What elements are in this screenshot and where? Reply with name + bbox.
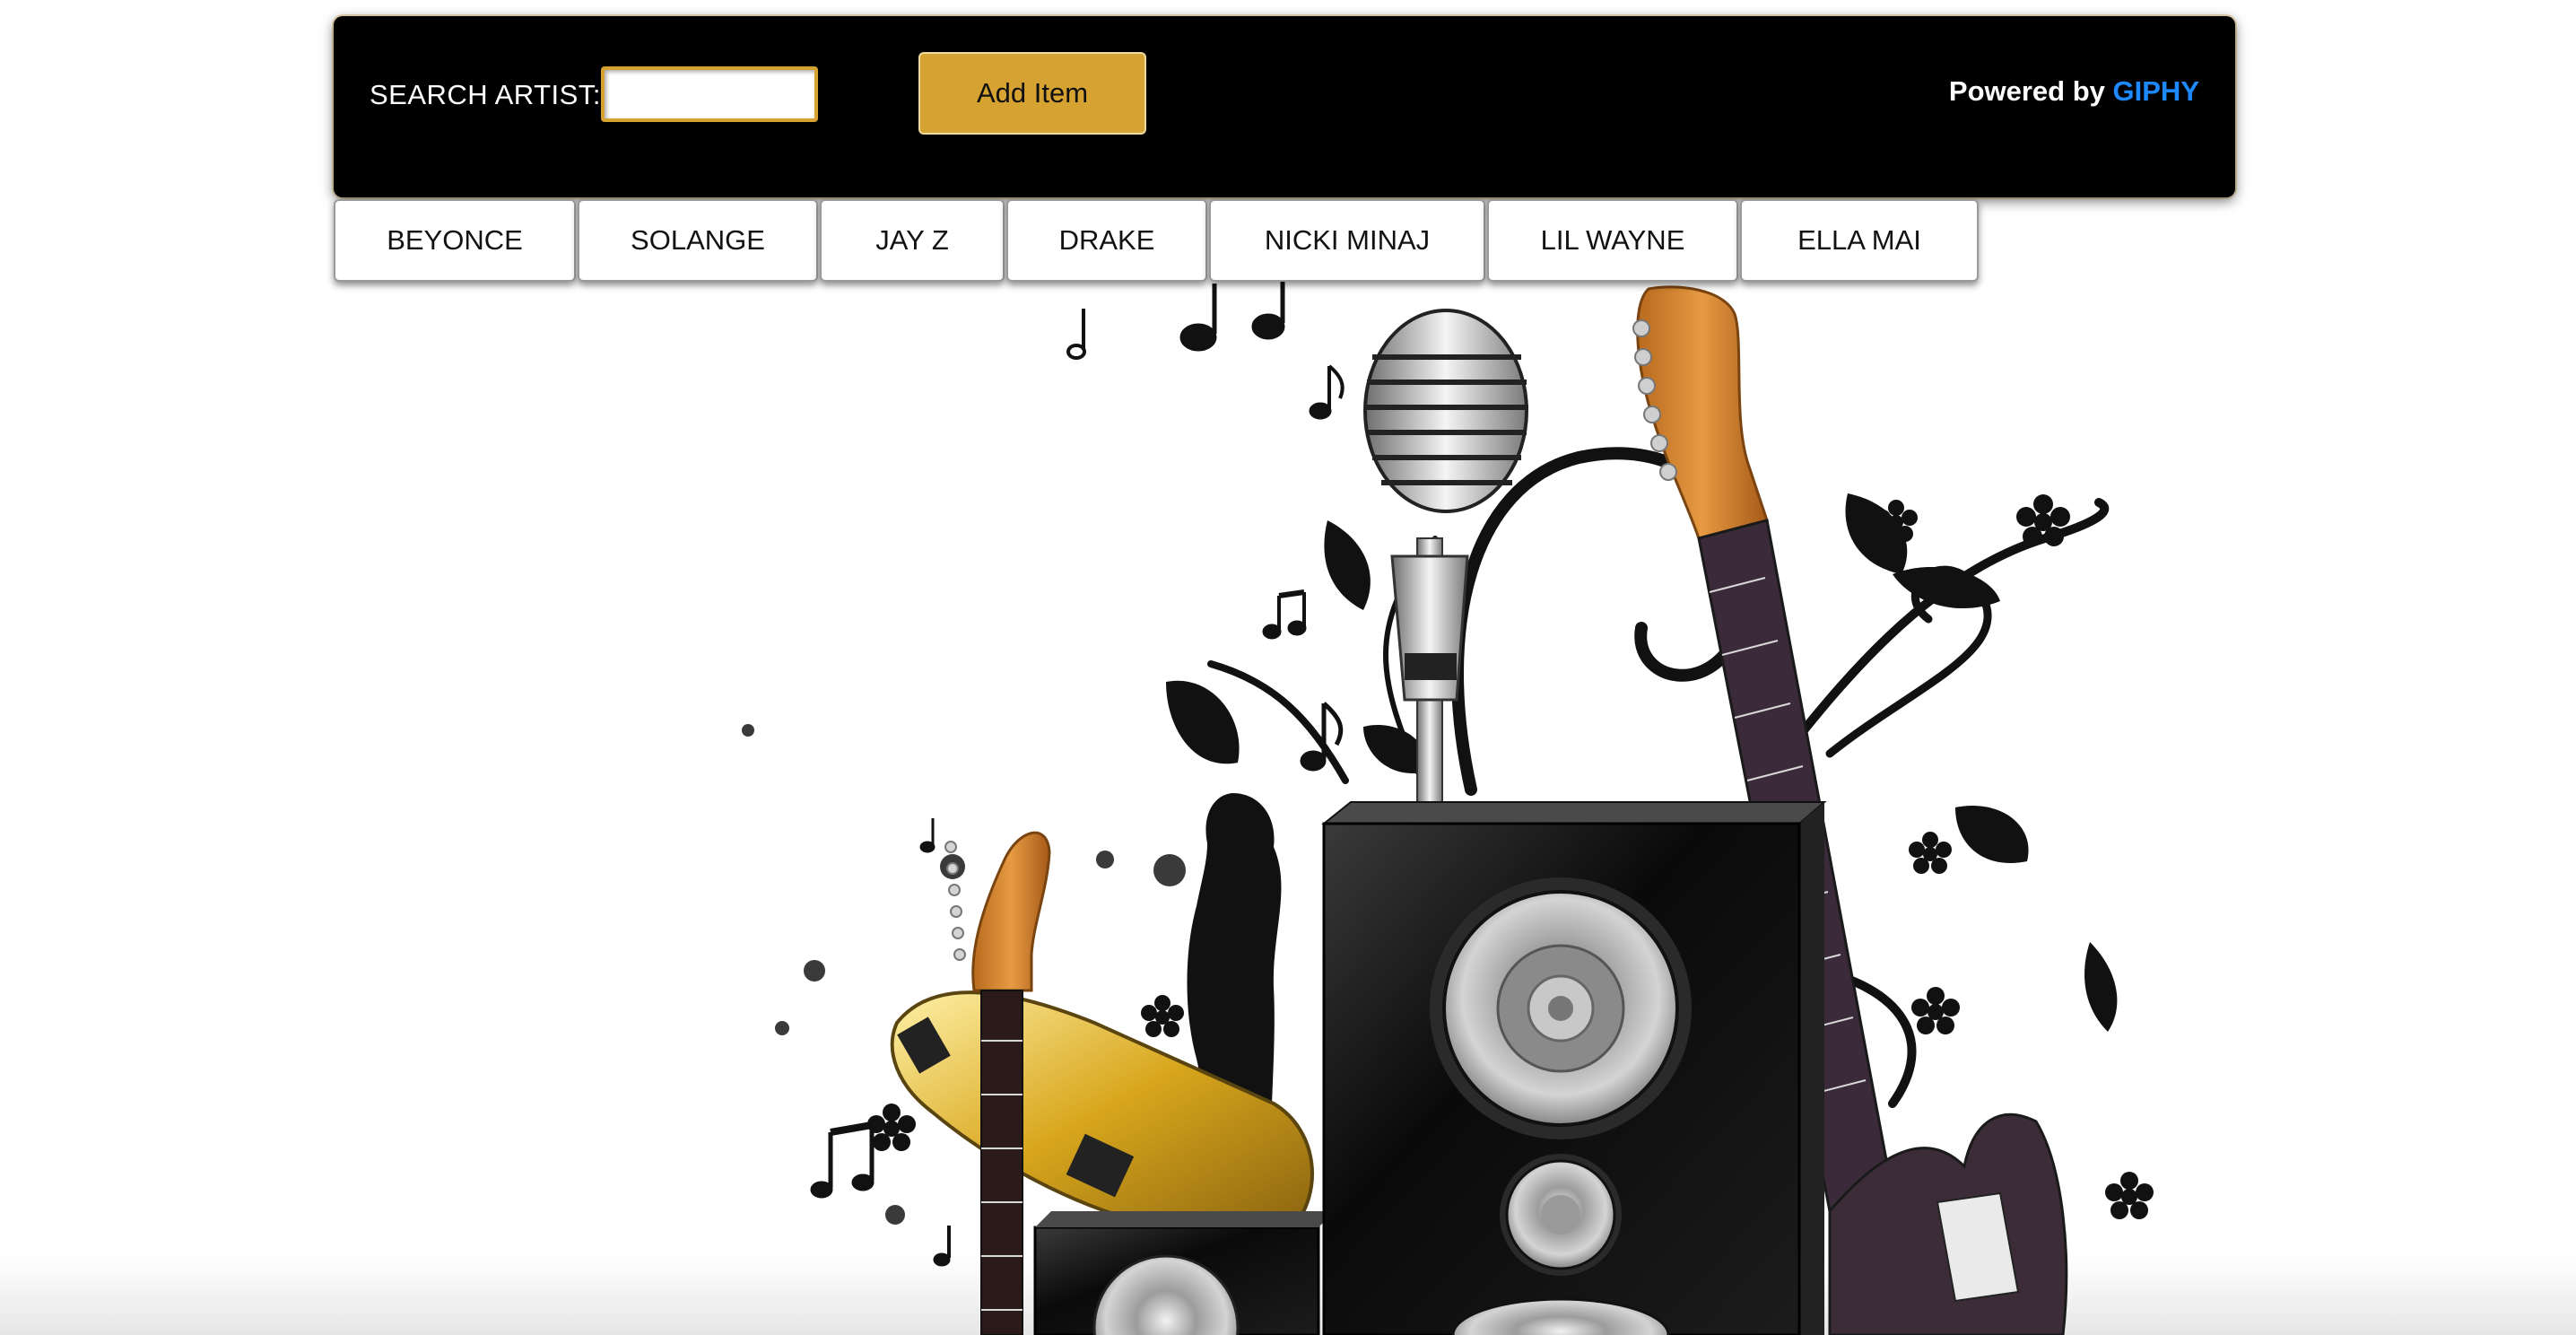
search-artist-label: SEARCH ARTIST: bbox=[370, 79, 601, 110]
artist-button-solange[interactable]: SOLANGE bbox=[578, 199, 818, 282]
powered-by-giphy: Powered by GIPHY bbox=[1949, 72, 2199, 111]
artist-button-beyonce[interactable]: BEYONCE bbox=[334, 199, 576, 282]
powered-by-label: Powered by bbox=[1948, 75, 2105, 107]
add-item-button[interactable]: Add Item bbox=[918, 52, 1146, 135]
artist-button-nicki-minaj[interactable]: NICKI MINAJ bbox=[1209, 199, 1485, 282]
search-artist-input[interactable] bbox=[601, 66, 818, 122]
speaker-icon bbox=[1321, 801, 1827, 1335]
page: SEARCH ARTIST: Add Item Powered by GIPHY… bbox=[0, 0, 2576, 1335]
artist-button-jay-z[interactable]: JAY Z bbox=[820, 199, 1005, 282]
header-bar: SEARCH ARTIST: Add Item Powered by GIPHY bbox=[334, 16, 2235, 197]
giphy-link[interactable]: GIPHY bbox=[2113, 75, 2199, 107]
speaker-icon bbox=[1033, 1211, 1335, 1335]
artist-button-ella-mai[interactable]: ELLA MAI bbox=[1740, 199, 1979, 282]
artist-button-lil-wayne[interactable]: LIL WAYNE bbox=[1487, 199, 1738, 282]
artist-button-bar: BEYONCE SOLANGE JAY Z DRAKE NICKI MINAJ … bbox=[334, 199, 1980, 282]
artist-button-drake[interactable]: DRAKE bbox=[1006, 199, 1207, 282]
